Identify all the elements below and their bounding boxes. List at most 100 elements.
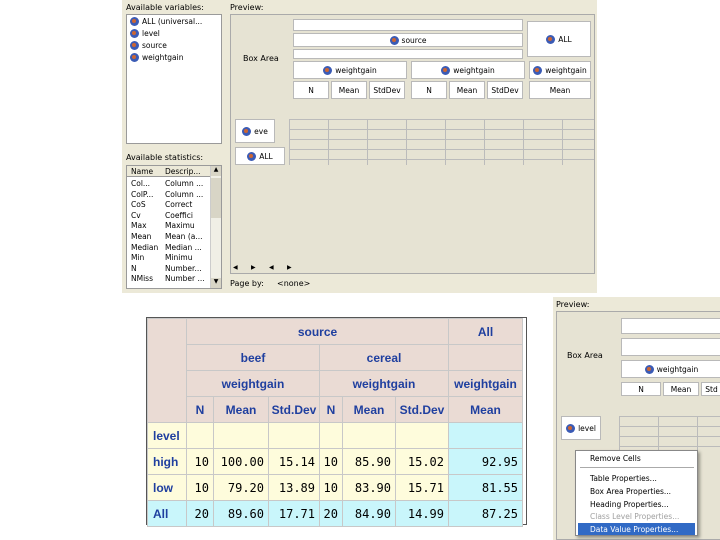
preview-hscrollbar[interactable]: ◀ ▶ ◀ ▶ bbox=[231, 263, 301, 273]
menu-item-box-area-properties[interactable]: Box Area Properties... bbox=[590, 487, 671, 496]
menu-item-class-level-properties: Class Level Properties... bbox=[590, 512, 680, 521]
scroll-left-arrow-icon[interactable]: ◀ bbox=[233, 264, 238, 271]
side-box-area-label: Box Area bbox=[567, 351, 603, 360]
table-cell: 85.90 bbox=[342, 448, 396, 475]
blank-cell bbox=[268, 422, 320, 449]
preview-source-header[interactable]: source bbox=[293, 33, 523, 47]
variable-item-weightgain[interactable]: weightgain bbox=[130, 53, 183, 62]
preview-weightgain-2[interactable]: weightgain bbox=[411, 61, 525, 79]
preview-stat-header[interactable]: N bbox=[411, 81, 447, 99]
table-cell: 89.60 bbox=[213, 500, 269, 527]
blank-cell bbox=[395, 422, 449, 449]
menu-item-data-value-properties[interactable]: Data Value Properties... bbox=[590, 525, 678, 534]
blank-cell bbox=[342, 422, 396, 449]
stat-item-desc[interactable]: Minimu bbox=[165, 253, 192, 262]
scroll-up-arrow-icon[interactable]: ▲ bbox=[211, 166, 221, 176]
table-cell: 10 bbox=[186, 474, 214, 501]
preview-all-header[interactable]: ALL bbox=[527, 21, 591, 57]
variable-icon bbox=[130, 17, 139, 26]
menu-item-remove-cells[interactable]: Remove Cells bbox=[590, 454, 641, 463]
variable-item-all[interactable]: ALL (universal... bbox=[130, 17, 202, 26]
preview-stat-header[interactable]: Mean bbox=[331, 81, 367, 99]
stat-header: Std.Dev bbox=[268, 396, 320, 423]
scroll-thumb[interactable] bbox=[211, 178, 221, 218]
scroll-down-arrow-icon[interactable]: ▼ bbox=[211, 278, 221, 288]
stat-item-desc[interactable]: Mean (a... bbox=[165, 232, 203, 241]
blank-cell bbox=[319, 422, 343, 449]
stat-item-name[interactable]: NMiss bbox=[131, 274, 153, 283]
result-table-frame: source All beef cereal weightgain weight… bbox=[146, 317, 527, 527]
side-blank-row[interactable] bbox=[621, 338, 720, 356]
menu-item-heading-properties[interactable]: Heading Properties... bbox=[590, 500, 669, 509]
result-table: source All beef cereal weightgain weight… bbox=[147, 318, 523, 527]
beef-header: beef bbox=[186, 344, 320, 371]
stat-item-name[interactable]: CoS bbox=[131, 200, 146, 209]
menu-item-table-properties[interactable]: Table Properties... bbox=[590, 474, 657, 483]
table-cell: 20 bbox=[319, 500, 343, 527]
stat-item-desc[interactable]: Maximu bbox=[165, 221, 195, 230]
preview-stat-header[interactable]: Mean bbox=[529, 81, 591, 99]
stat-item-name[interactable]: ColP... bbox=[131, 190, 153, 199]
all-blank-header bbox=[448, 344, 523, 371]
variable-item-level[interactable]: level bbox=[130, 29, 160, 38]
stat-item-desc[interactable]: Column ... bbox=[165, 179, 203, 188]
weightgain-header: weightgain bbox=[448, 370, 523, 397]
scroll-right-arrow-icon-2[interactable]: ▶ bbox=[287, 264, 292, 271]
side-stat-mean[interactable]: Mean bbox=[663, 382, 699, 396]
stat-item-name[interactable]: Max bbox=[131, 221, 147, 230]
stat-item-desc[interactable]: Number ... bbox=[165, 274, 205, 283]
side-weightgain-header[interactable]: weightgain bbox=[621, 360, 720, 378]
preview-empty-header[interactable] bbox=[293, 19, 523, 31]
stats-col-name[interactable]: Name bbox=[131, 167, 153, 176]
stat-item-name[interactable]: Cv bbox=[131, 211, 141, 220]
side-empty-header[interactable] bbox=[621, 318, 720, 334]
level-label: level bbox=[147, 422, 187, 449]
table-row: high 10 100.00 15.14 10 85.90 15.02 92.9… bbox=[147, 448, 523, 475]
preview-stat-header[interactable]: N bbox=[293, 81, 329, 99]
stat-header: Mean bbox=[213, 396, 269, 423]
table-cell: 15.02 bbox=[395, 448, 449, 475]
available-statistics-label: Available statistics: bbox=[126, 153, 204, 162]
variable-icon bbox=[323, 65, 333, 75]
variable-item-source[interactable]: source bbox=[130, 41, 167, 50]
variable-icon bbox=[130, 41, 139, 50]
preview-row-header-all[interactable]: ALL bbox=[235, 147, 285, 165]
stat-item-name[interactable]: Mean bbox=[131, 232, 151, 241]
row-label: high bbox=[147, 448, 187, 475]
stat-item-desc[interactable]: Coeffici bbox=[165, 211, 193, 220]
scroll-left-arrow-icon-2[interactable]: ◀ bbox=[269, 264, 274, 271]
preview-blank-row[interactable] bbox=[293, 49, 523, 59]
stat-item-name[interactable]: N bbox=[131, 264, 137, 273]
preview-weightgain-3[interactable]: weightgain bbox=[529, 61, 591, 79]
preview-data-grid[interactable] bbox=[289, 119, 594, 165]
preview-weightgain-1[interactable]: weightgain bbox=[293, 61, 407, 79]
preview-row-header-eve[interactable]: eve bbox=[235, 119, 275, 143]
source-header: source bbox=[186, 318, 449, 345]
table-cell: 92.95 bbox=[448, 448, 523, 475]
scroll-right-arrow-icon[interactable]: ▶ bbox=[251, 264, 256, 271]
stats-col-desc[interactable]: Descrip... bbox=[165, 167, 201, 176]
stat-item-desc[interactable]: Median ... bbox=[165, 243, 202, 252]
stat-item-name[interactable]: Median bbox=[131, 243, 158, 252]
preview-stat-header[interactable]: StdDev bbox=[369, 81, 405, 99]
table-cell: 81.55 bbox=[448, 474, 523, 501]
stat-item-desc[interactable]: Column ... bbox=[165, 190, 203, 199]
side-stat-std[interactable]: Std bbox=[701, 382, 720, 396]
variable-icon bbox=[247, 151, 257, 161]
variable-icon bbox=[644, 364, 654, 374]
preview-area: Box Area source ALL weightgain weightgai… bbox=[230, 14, 595, 274]
stat-item-name[interactable]: Min bbox=[131, 253, 144, 262]
stat-item-desc[interactable]: Correct bbox=[165, 200, 192, 209]
side-row-header-level[interactable]: level bbox=[561, 416, 601, 440]
context-menu[interactable]: Remove Cells Table Properties... Box Are… bbox=[575, 450, 698, 536]
page-by-value[interactable]: <none> bbox=[277, 279, 310, 288]
variables-list[interactable]: ALL (universal... level source weightgai… bbox=[126, 14, 222, 144]
stat-item-name[interactable]: Col... bbox=[131, 179, 150, 188]
stat-item-desc[interactable]: Number... bbox=[165, 264, 202, 273]
stats-scrollbar[interactable]: ▲ ▼ bbox=[210, 166, 221, 288]
preview-stat-header[interactable]: Mean bbox=[449, 81, 485, 99]
side-stat-n[interactable]: N bbox=[621, 382, 661, 396]
preview-stat-header[interactable]: StdDev bbox=[487, 81, 523, 99]
statistics-list[interactable]: Name Descrip... Col... Column ... ColP... C… bbox=[126, 165, 222, 289]
stat-header: N bbox=[186, 396, 214, 423]
